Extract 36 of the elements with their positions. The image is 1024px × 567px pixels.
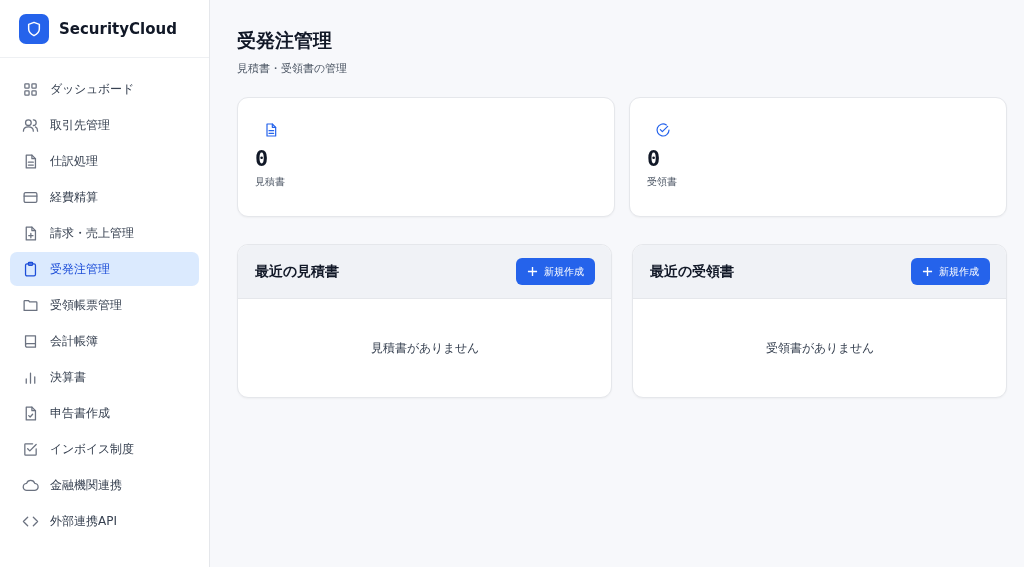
document-icon	[263, 122, 279, 138]
sidebar-item[interactable]: 請求・売上管理	[10, 216, 199, 250]
stat-value: 0	[647, 146, 661, 171]
shield-logo	[19, 14, 49, 44]
stat-label: 受領書	[647, 175, 677, 189]
sidebar-item[interactable]: 受領帳票管理	[10, 288, 199, 322]
sidebar-item[interactable]: 経費精算	[10, 180, 199, 214]
grid-icon	[22, 80, 39, 98]
sidebar-item[interactable]: 外部連携API	[10, 504, 199, 538]
plus-icon	[922, 266, 933, 277]
sidebar-item[interactable]: 取引先管理	[10, 108, 199, 142]
book-icon	[22, 332, 39, 350]
new-button[interactable]: 新規作成	[516, 258, 595, 285]
empty-message: 受領書がありません	[765, 339, 874, 357]
brand-name: SecurityCloud	[59, 20, 177, 38]
sidebar-item[interactable]: 金融機関連携	[10, 468, 199, 502]
sidebar-item[interactable]: 受発注管理	[10, 252, 199, 286]
plus-icon	[527, 266, 538, 277]
sidebar-item[interactable]: 会計帳簿	[10, 324, 199, 358]
clipboard-icon	[22, 260, 39, 278]
page-title: 受発注管理	[237, 28, 333, 53]
sidebar-item[interactable]: 仕訳処理	[10, 144, 199, 178]
users-icon	[22, 116, 39, 134]
stat-value: 0	[255, 146, 269, 171]
sidebar-item[interactable]: 申告書作成	[10, 396, 199, 430]
panel-title: 最近の見積書	[255, 262, 339, 281]
checkbox-icon	[22, 440, 39, 458]
sidebar-item[interactable]: インボイス制度	[10, 432, 199, 466]
page-subtitle: 見積書・受領書の管理	[237, 61, 348, 76]
check-circle-icon	[655, 122, 671, 138]
empty-message: 見積書がありません	[370, 339, 479, 357]
stat-label: 見積書	[255, 175, 285, 189]
sidebar-item[interactable]: ダッシュボード	[10, 72, 199, 106]
panel-title: 最近の受領書	[650, 262, 734, 281]
new-button[interactable]: 新規作成	[911, 258, 990, 285]
sidebar-item[interactable]: 決算書	[10, 360, 199, 394]
